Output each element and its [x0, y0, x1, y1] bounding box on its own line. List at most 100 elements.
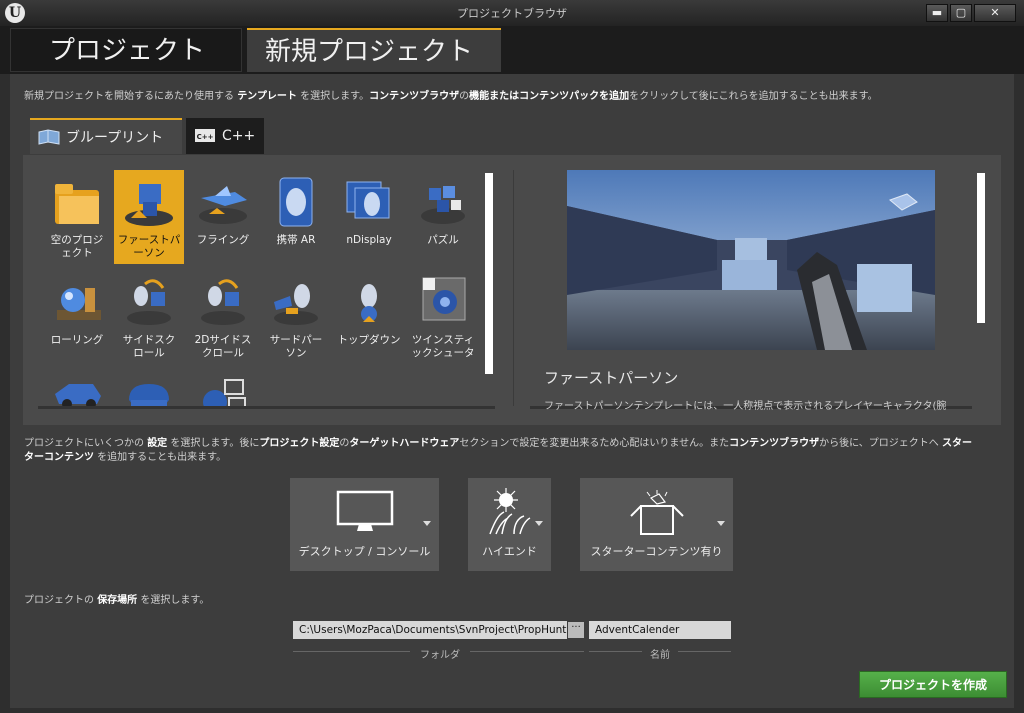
- template-item[interactable]: 空のプロジ ェクト: [42, 170, 112, 264]
- intro-bold-add-feature: 機能またはコンテンツパックを追加: [469, 91, 630, 102]
- close-button[interactable]: ✕: [974, 4, 1016, 22]
- window-controls: ▬ ▢ ✕: [926, 4, 1016, 22]
- settings-bold-project-settings: プロジェクト設定: [259, 438, 340, 449]
- template-label: ローリング: [42, 334, 112, 347]
- template-scrollbar[interactable]: [485, 173, 493, 374]
- template-preview-image: [567, 170, 935, 350]
- preview-title: ファーストパーソン: [544, 369, 679, 387]
- location-text-2: を選択します。: [137, 595, 210, 606]
- location-bold-save-location: 保存場所: [97, 595, 138, 606]
- settings-text-5: から後に、プロジェクトへ: [819, 438, 942, 449]
- template-item[interactable]: nDisplay: [334, 170, 404, 264]
- intro-text-4: をクリックして後にこれらを追加することも出来ます。: [629, 91, 878, 102]
- template-panel-bottom: [30, 409, 500, 425]
- settings-text-1: プロジェクトにいくつかの: [24, 438, 148, 449]
- rolling-icon: [57, 288, 101, 320]
- starter-content-setting-button[interactable]: スターターコンテンツ有り: [580, 478, 733, 571]
- template-label: パズル: [408, 234, 478, 247]
- template-label: 携帯 AR: [261, 234, 331, 247]
- tab-cpp[interactable]: C++ C++: [186, 118, 264, 154]
- folder-caption: フォルダ: [410, 646, 470, 661]
- starter-content-setting-label: スターターコンテンツ有り: [590, 545, 723, 558]
- template-label-line1: フライング: [196, 234, 250, 246]
- template-label-line1: サイドスク: [122, 334, 176, 346]
- template-label: ツインスティ ックシュータ: [408, 334, 478, 360]
- folder-path-input[interactable]: C:\Users\MozPaca\Documents\SvnProject\Pr…: [293, 621, 567, 639]
- title-bar[interactable]: U プロジェクトブラウザ ▬ ▢ ✕: [0, 0, 1024, 27]
- maximize-button[interactable]: ▢: [950, 4, 972, 22]
- ndisplay-icon: [346, 181, 390, 219]
- template-item[interactable]: ファーストパ ーソン: [114, 170, 184, 264]
- template-label-line1: ツインスティ: [411, 334, 475, 346]
- tab-blueprint[interactable]: ブループリント: [30, 118, 182, 154]
- template-instructions: 新規プロジェクトを開始するにあたり使用する テンプレート を選択します。コンテン…: [24, 90, 878, 104]
- preview-scrollbar[interactable]: [977, 173, 985, 323]
- template-label-line1: ファーストパ: [117, 234, 181, 246]
- platform-setting-button[interactable]: デスクトップ / コンソール: [290, 478, 439, 571]
- template-label: サードパー ソン: [261, 334, 331, 360]
- template-label-line1: 2Dサイドス: [194, 334, 252, 346]
- quality-setting-button[interactable]: ハイエンド: [468, 478, 551, 571]
- high-end-icon: [488, 488, 530, 535]
- template-horizontal-scrollbar[interactable]: [38, 406, 495, 409]
- template-label-line2: ックシュータ: [411, 347, 475, 359]
- intro-text-3: の: [459, 91, 470, 102]
- intro-text-2: を選択します。: [296, 91, 370, 102]
- template-item[interactable]: サイドスク ロール: [114, 270, 184, 364]
- template-label: トップダウン: [334, 334, 404, 347]
- template-label-line2: ーソン: [133, 247, 165, 259]
- template-item[interactable]: サードパー ソン: [261, 270, 331, 364]
- blueprint-book-icon: [38, 129, 60, 145]
- minimize-button[interactable]: ▬: [926, 4, 948, 22]
- preview-description: ファーストパーソンテンプレートには、一人称視点で表示されるプレイヤーキャラクタ(…: [544, 401, 947, 412]
- first-person-icon: [125, 184, 173, 226]
- location-text-1: プロジェクトの: [24, 595, 98, 606]
- template-label-line2: ェクト: [61, 247, 93, 259]
- starter-content-box-icon: [629, 490, 684, 535]
- template-item[interactable]: 2Dサイドス クロール: [188, 270, 258, 364]
- template-label: ファーストパ ーソン: [114, 234, 184, 260]
- settings-instructions: プロジェクトにいくつかの 設定 を選択します。後にプロジェクト設定のターゲットハ…: [24, 437, 1004, 465]
- chevron-down-icon: [717, 521, 725, 526]
- template-label-line1: nDisplay: [346, 234, 392, 246]
- create-project-button[interactable]: プロジェクトを作成: [859, 671, 1007, 698]
- template-item[interactable]: トップダウン: [334, 270, 404, 364]
- monitor-icon: [336, 490, 393, 531]
- template-label: nDisplay: [334, 234, 404, 247]
- template-label: サイドスク ロール: [114, 334, 184, 360]
- project-name-input[interactable]: AdventCalender: [589, 621, 731, 639]
- template-item[interactable]: ツインスティ ックシュータ: [408, 270, 478, 364]
- tab-new-project[interactable]: 新規プロジェクト: [247, 28, 501, 72]
- template-label: 空のプロジ ェクト: [42, 234, 112, 260]
- puzzle-icon: [421, 186, 465, 224]
- template-label: 2Dサイドス クロール: [188, 334, 258, 360]
- settings-text-2: を選択します。後に: [167, 438, 260, 449]
- template-item[interactable]: 携帯 AR: [261, 170, 331, 264]
- template-item[interactable]: ローリング: [42, 270, 112, 364]
- settings-bold-star: スター: [941, 438, 972, 449]
- folder-icon: [55, 184, 99, 224]
- tab-projects[interactable]: プロジェクト: [10, 28, 242, 72]
- template-label-line1: パズル: [427, 234, 459, 246]
- third-person-icon: [274, 284, 318, 325]
- browse-folder-button[interactable]: ···: [568, 622, 584, 638]
- twin-stick-icon: [422, 277, 466, 321]
- settings-bold-starter-content: ターコンテンツ: [24, 452, 94, 463]
- settings-text-3: の: [339, 438, 350, 449]
- top-down-icon: [361, 284, 377, 322]
- chevron-down-icon: [423, 521, 431, 526]
- window-title: プロジェクトブラウザ: [457, 7, 567, 20]
- template-label-line1: 空のプロジ: [50, 234, 104, 246]
- template-item[interactable]: パズル: [408, 170, 478, 264]
- template-label-line2: クロール: [202, 347, 244, 359]
- tab-cpp-label: C++: [222, 128, 256, 144]
- settings-bold-target-hardware: ターゲットハードウェア: [349, 438, 460, 449]
- panel-divider: [513, 170, 514, 406]
- template-label-line2: ロール: [133, 347, 165, 359]
- cpp-icon-text: C++: [197, 133, 214, 141]
- template-label-line1: トップダウン: [337, 334, 401, 346]
- template-item[interactable]: フライング: [188, 170, 258, 264]
- quality-setting-label: ハイエンド: [482, 545, 537, 558]
- side-scroller-icon: [127, 279, 171, 325]
- settings-text-4: セクションで設定を変更出来るため心配はいりません。また: [459, 438, 730, 449]
